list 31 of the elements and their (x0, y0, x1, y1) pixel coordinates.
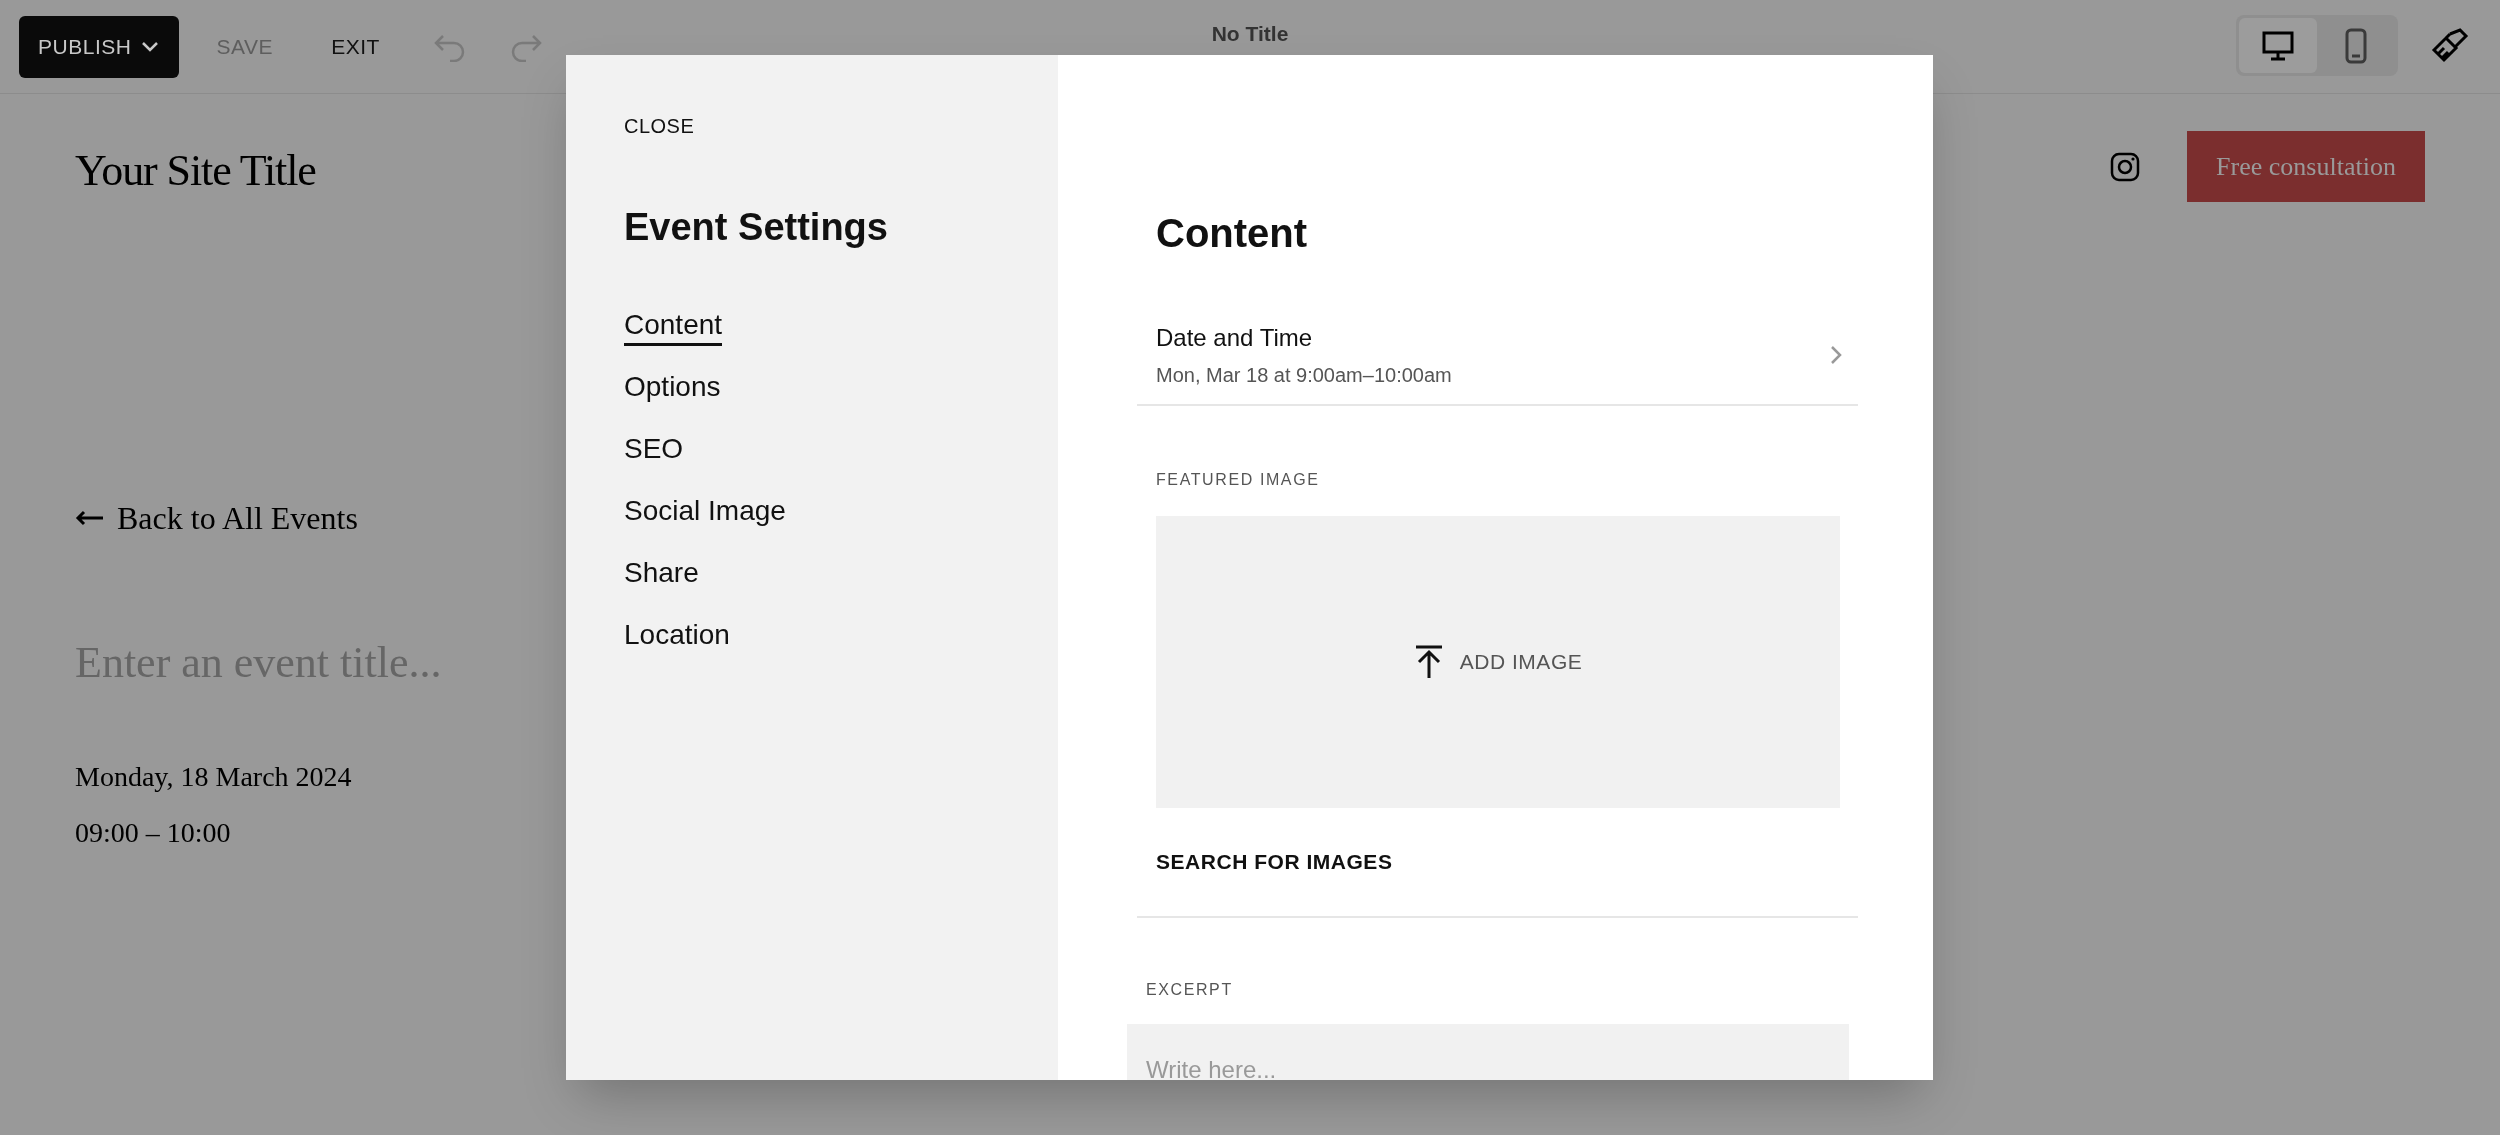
search-images-link[interactable]: SEARCH FOR IMAGES (1156, 846, 1393, 878)
desktop-view-button[interactable] (2239, 18, 2317, 73)
upload-icon (1413, 645, 1444, 679)
featured-image-label: FEATURED IMAGE (1156, 470, 1321, 490)
excerpt-field[interactable]: Write here... (1127, 1023, 1849, 1080)
settings-tab[interactable]: Options (624, 368, 721, 408)
close-button[interactable]: CLOSE (624, 111, 695, 141)
monitor-icon (2261, 29, 2295, 62)
exit-button[interactable]: EXIT (331, 30, 380, 63)
add-image-area[interactable]: ADD IMAGE (1156, 516, 1840, 808)
settings-tab[interactable]: Content (624, 306, 723, 346)
event-date: Monday, 18 March 2024 (75, 760, 352, 794)
document-title: No Title (1211, 21, 1289, 47)
publish-button[interactable]: PUBLISH (19, 15, 179, 78)
back-link[interactable]: Back to All Events (75, 494, 358, 542)
settings-tab[interactable]: Location (624, 616, 730, 656)
phone-icon (2345, 27, 2367, 64)
dialog-title: Event Settings (624, 205, 888, 250)
arrow-left-icon (75, 510, 105, 526)
settings-tab[interactable]: Social Image (624, 492, 786, 532)
section-heading: Content (1156, 210, 1308, 257)
site-title: Your Site Title (75, 145, 316, 197)
instagram-icon[interactable] (2110, 152, 2140, 182)
settings-tab[interactable]: Share (624, 554, 699, 594)
chevron-down-icon (139, 39, 160, 54)
excerpt-label: EXCERPT (1146, 979, 1234, 1000)
settings-tab[interactable]: SEO (624, 430, 684, 470)
date-time-row[interactable]: Date and Time Mon, Mar 18 at 9:00am–10:00am (1137, 320, 1858, 406)
event-time: 09:00 – 10:00 (75, 816, 231, 850)
paintbrush-icon[interactable] (2430, 28, 2470, 64)
chevron-right-icon (1829, 344, 1843, 366)
